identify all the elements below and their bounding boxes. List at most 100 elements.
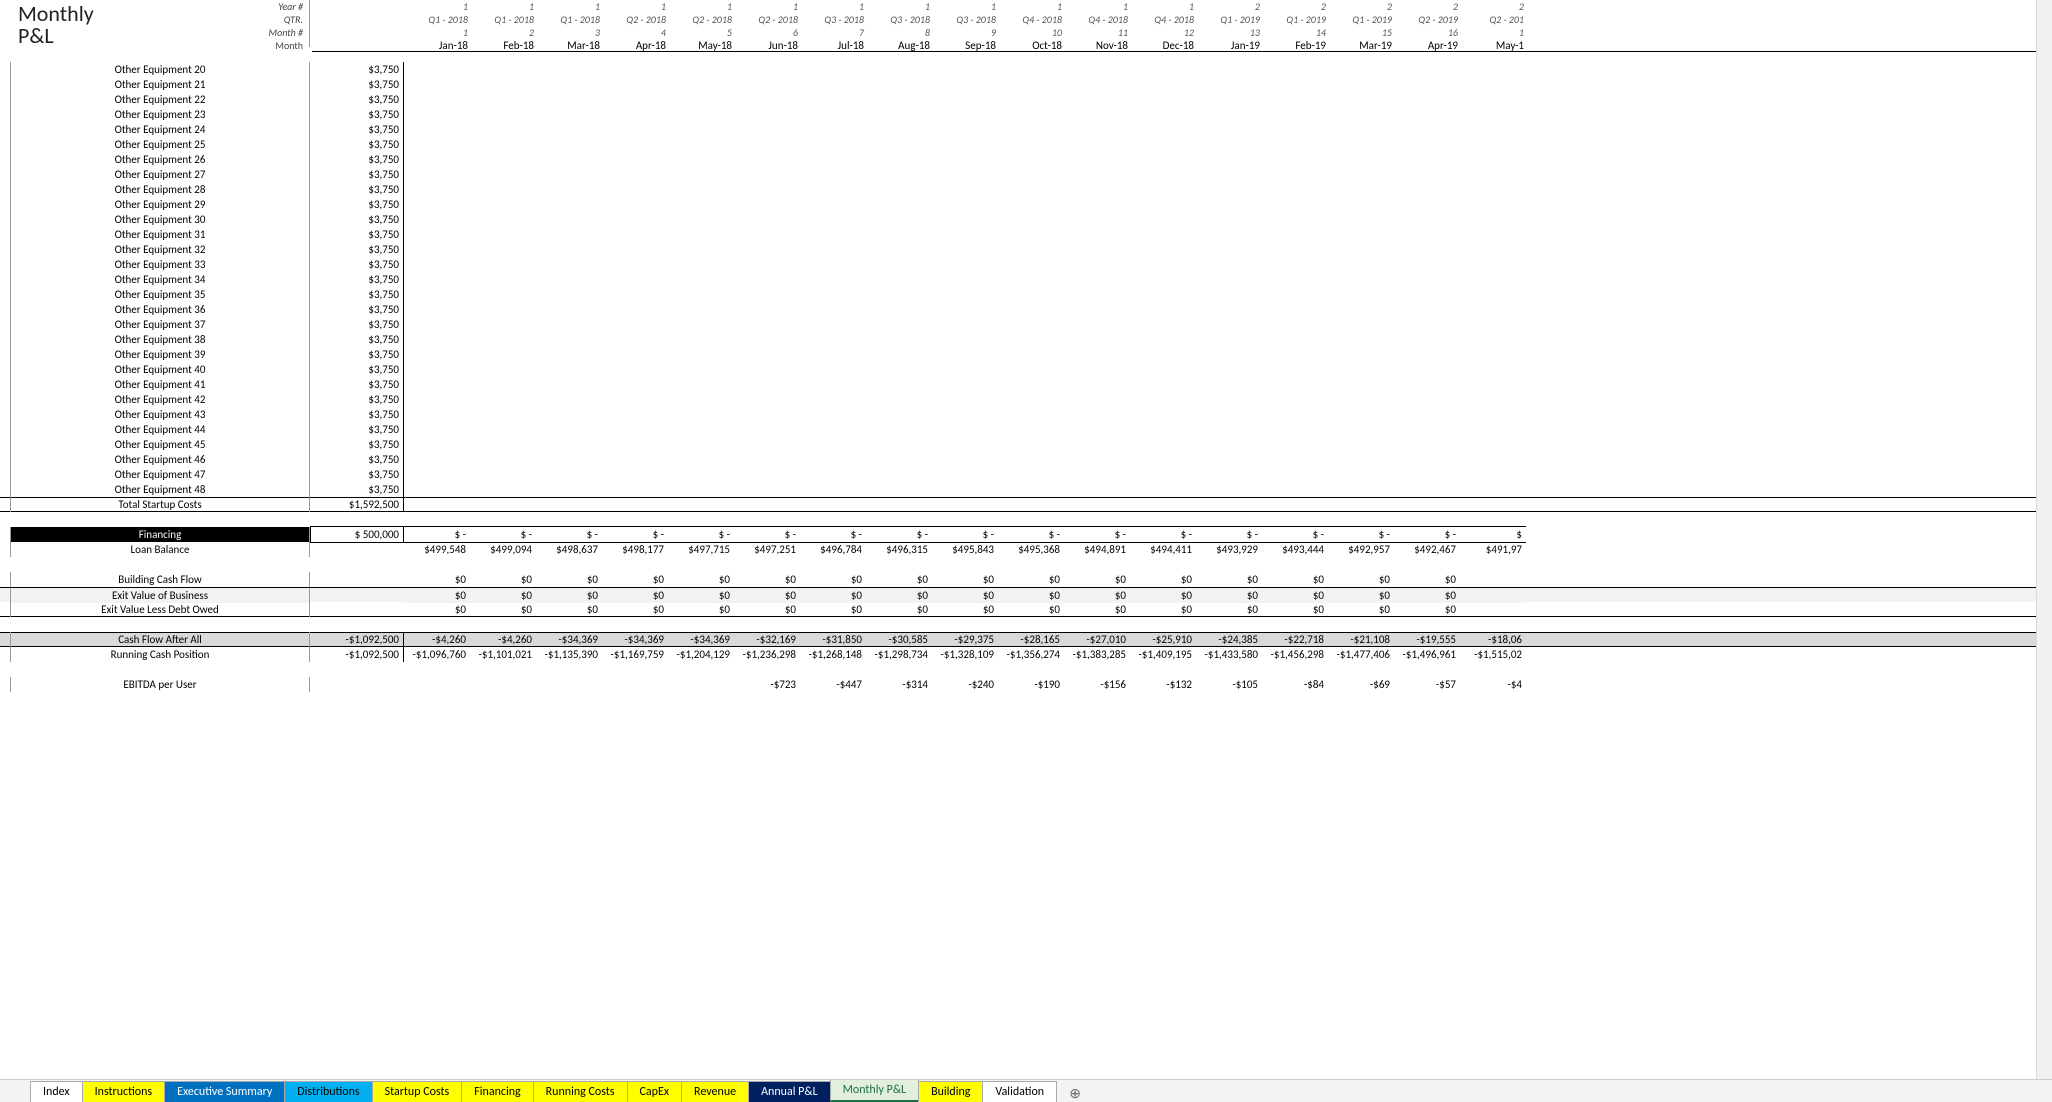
header-cell: 1 <box>538 0 604 13</box>
sheet-tab-distributions[interactable]: Distributions <box>284 1081 372 1102</box>
financing-label: Financing <box>11 527 309 542</box>
sheet-tab-revenue[interactable]: Revenue <box>681 1081 749 1102</box>
data-cell: $0 <box>734 572 800 587</box>
sheet-tab-capex[interactable]: CapEx <box>627 1081 683 1102</box>
header-cell: Q1 - 2018 <box>472 13 538 26</box>
data-cell: $0 <box>932 588 998 603</box>
data-cell <box>470 677 536 692</box>
data-cell: $0 <box>866 572 932 587</box>
data-cell: -$1,477,406 <box>1328 647 1394 662</box>
equipment-row: Other Equipment 44$3,750 <box>0 422 2052 437</box>
label-month: Month <box>269 39 303 52</box>
running-cash-position-row: Running Cash Position-$1,092,500-$1,096,… <box>0 647 2052 662</box>
data-cell: $ - <box>1262 526 1328 543</box>
row-label: Exit Value of Business <box>11 588 309 603</box>
amount-cell: $3,750 <box>310 302 404 317</box>
row-label: Other Equipment 44 <box>11 422 309 437</box>
data-cell: -$24,385 <box>1196 632 1262 647</box>
data-cell: -$1,096,760 <box>404 647 470 662</box>
cash-flow-after-all-row: Cash Flow After All-$1,092,500-$4,260-$4… <box>0 632 2052 647</box>
amount-cell: $3,750 <box>310 467 404 482</box>
header-cell: Jan-18 <box>406 39 472 51</box>
header-cell: Sep-18 <box>934 39 1000 51</box>
data-cell: $0 <box>1262 572 1328 587</box>
data-cell: $495,368 <box>998 542 1064 557</box>
header-cell: 1 <box>670 0 736 13</box>
data-cell: $0 <box>1394 602 1460 617</box>
data-cell: -$1,268,148 <box>800 647 866 662</box>
data-cell: $494,891 <box>1064 542 1130 557</box>
row-label: Other Equipment 43 <box>11 407 309 422</box>
row-label: Other Equipment 42 <box>11 392 309 407</box>
data-cell: -$1,135,390 <box>536 647 602 662</box>
data-cell: $ - <box>1394 526 1460 543</box>
sheet-tab-financing[interactable]: Financing <box>461 1081 533 1102</box>
data-cell: -$22,718 <box>1262 632 1328 647</box>
header-cell: 11 <box>1066 26 1132 39</box>
equipment-row: Other Equipment 30$3,750 <box>0 212 2052 227</box>
amount-cell: $3,750 <box>310 347 404 362</box>
data-cell: $ - <box>668 526 734 543</box>
sheet-tab-validation[interactable]: Validation <box>982 1081 1057 1102</box>
sheet-tab-building[interactable]: Building <box>918 1081 983 1102</box>
data-cell: $0 <box>404 588 470 603</box>
equipment-row: Other Equipment 43$3,750 <box>0 407 2052 422</box>
equipment-row: Other Equipment 22$3,750 <box>0 92 2052 107</box>
data-cell: $ - <box>932 526 998 543</box>
data-cell: -$1,204,129 <box>668 647 734 662</box>
header-cell: 1 <box>1066 0 1132 13</box>
equipment-row: Other Equipment 48$3,750 <box>0 482 2052 497</box>
equipment-row: Other Equipment 45$3,750 <box>0 437 2052 452</box>
header-cell: Feb-18 <box>472 39 538 51</box>
amount-cell: $3,750 <box>310 227 404 242</box>
data-cell: -$1,496,961 <box>1394 647 1460 662</box>
row-label: Total Startup Costs <box>11 497 309 512</box>
sheet-tab-instructions[interactable]: Instructions <box>82 1081 165 1102</box>
sheet-tab-startup-costs[interactable]: Startup Costs <box>372 1081 463 1102</box>
header-cell: 1 <box>1462 26 1528 39</box>
equipment-row: Other Equipment 34$3,750 <box>0 272 2052 287</box>
row-label: Other Equipment 26 <box>11 152 309 167</box>
header-row-qtr: Q1 - 2018Q1 - 2018Q1 - 2018Q2 - 2018Q2 -… <box>312 13 2052 26</box>
spreadsheet-grid[interactable]: Monthly P&L Year # QTR. Month # Month 11… <box>0 0 2052 1079</box>
sheet-tab-monthly-p-l[interactable]: Monthly P&L <box>830 1079 919 1102</box>
data-cell: -$28,165 <box>998 632 1064 647</box>
data-cell: -$132 <box>1130 677 1196 692</box>
data-cell: $0 <box>1262 602 1328 617</box>
sheet-tab-executive-summary[interactable]: Executive Summary <box>164 1081 285 1102</box>
data-cell: $0 <box>1130 572 1196 587</box>
header-cell: 1 <box>1000 0 1066 13</box>
header-cell: Q1 - 2019 <box>1264 13 1330 26</box>
equipment-row: Other Equipment 32$3,750 <box>0 242 2052 257</box>
header-cell: Q2 - 2018 <box>670 13 736 26</box>
equipment-row: Other Equipment 41$3,750 <box>0 377 2052 392</box>
row-label: Other Equipment 48 <box>11 482 309 497</box>
header-cell: 1 <box>472 0 538 13</box>
data-cell: -$84 <box>1262 677 1328 692</box>
sheet-tab-running-costs[interactable]: Running Costs <box>533 1081 628 1102</box>
data-cell: $0 <box>734 602 800 617</box>
data-cell: $499,548 <box>404 542 470 557</box>
data-cell: $ - <box>602 526 668 543</box>
sheet-tab-index[interactable]: Index <box>30 1081 83 1102</box>
header-cell: 8 <box>868 26 934 39</box>
vertical-scrollbar[interactable] <box>2036 0 2052 1079</box>
header-cell: 12 <box>1132 26 1198 39</box>
data-cell <box>1460 588 1526 603</box>
equipment-row: Other Equipment 37$3,750 <box>0 317 2052 332</box>
data-cell: -$1,356,274 <box>998 647 1064 662</box>
header-cell: 2 <box>472 26 538 39</box>
data-cell: $0 <box>1130 588 1196 603</box>
header-cell: 1 <box>406 26 472 39</box>
data-cell: $494,411 <box>1130 542 1196 557</box>
data-cell: $0 <box>866 602 932 617</box>
data-cell: $498,637 <box>536 542 602 557</box>
header-cell: Q4 - 2018 <box>1132 13 1198 26</box>
sheet-tab-annual-p-l[interactable]: Annual P&L <box>748 1081 831 1102</box>
new-sheet-button[interactable]: ⊕ <box>1064 1084 1086 1102</box>
amount-cell: $1,592,500 <box>310 497 404 512</box>
row-label: Running Cash Position <box>11 647 309 662</box>
row-label: Other Equipment 30 <box>11 212 309 227</box>
amount-cell: $3,750 <box>310 152 404 167</box>
amount-cell: $3,750 <box>310 422 404 437</box>
